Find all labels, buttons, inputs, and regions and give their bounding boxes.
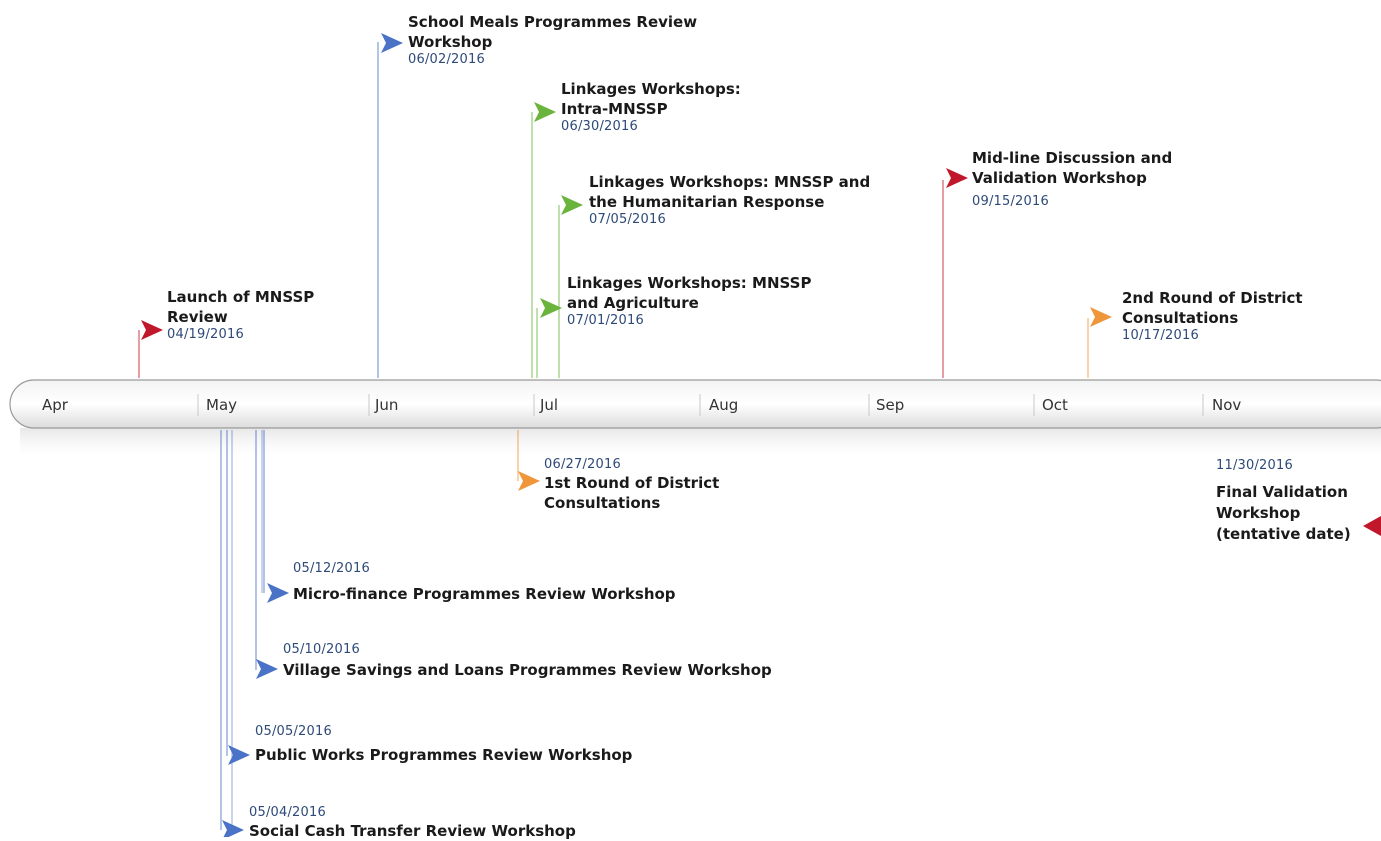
event-title-line: Linkages Workshops: MNSSP and (589, 173, 871, 191)
event-title-line: 1st Round of District (544, 474, 720, 492)
event-midline: Mid-line Discussion and Validation Works… (972, 148, 1172, 210)
flag-marker-icon (256, 659, 278, 679)
event-title: Linkages Workshops: MNSSP and Agricultur… (567, 273, 811, 313)
event-title: Micro-finance Programmes Review Workshop (293, 584, 676, 604)
event-title-line: Village Savings and Loans Programmes Rev… (283, 661, 772, 679)
flag-marker-icon (222, 820, 244, 837)
event-date: 05/10/2016 (283, 642, 360, 657)
event-title-line: Linkages Workshops: (561, 80, 741, 98)
event-title-line: Launch of MNSSP (167, 288, 315, 306)
month-label-jul: Jul (540, 396, 559, 414)
event-date: 05/04/2016 (249, 805, 326, 820)
event-school-meals: School Meals Programmes Review Workshop … (408, 12, 697, 68)
event-title: 1st Round of District Consultations (544, 473, 719, 513)
event-village-savings: 05/10/2016 Village Savings and Loans Pro… (283, 642, 772, 680)
event-title-line: the Humanitarian Response (589, 193, 825, 211)
event-title: Mid-line Discussion and Validation Works… (972, 148, 1172, 188)
event-micro-finance: 05/12/2016 Micro-finance Programmes Revi… (293, 561, 676, 604)
event-title-line: Public Works Programmes Review Workshop (255, 746, 633, 764)
event-date: 10/17/2016 (1122, 328, 1199, 343)
event-title-line: School Meals Programmes Review (408, 13, 698, 31)
event-date: 09/15/2016 (972, 194, 1049, 209)
event-title-line: Review (167, 308, 228, 326)
event-title-line: Social Cash Transfer Review Workshop (249, 822, 576, 840)
event-date: 05/05/2016 (255, 724, 332, 739)
event-title-line: and Agriculture (567, 294, 699, 312)
event-date: 06/02/2016 (408, 52, 485, 67)
event-agriculture: Linkages Workshops: MNSSP and Agricultur… (567, 273, 811, 329)
flag-marker-icon (946, 168, 968, 188)
event-final-validation: 11/30/2016 Final Validation Workshop (te… (1216, 458, 1351, 545)
event-title-line: Mid-line Discussion and (972, 149, 1173, 167)
event-date: 05/12/2016 (293, 561, 370, 576)
event-title-line: Consultations (544, 494, 661, 512)
event-title: 2nd Round of District Consultations (1122, 288, 1303, 328)
month-label-may: May (206, 396, 238, 414)
event-date: 06/30/2016 (561, 119, 638, 134)
event-title-line: Intra-MNSSP (561, 100, 668, 118)
event-date: 07/01/2016 (567, 313, 644, 328)
event-title-line: Workshop (1216, 504, 1301, 522)
event-title: Public Works Programmes Review Workshop (255, 745, 632, 765)
event-launch: Launch of MNSSP Review 04/19/2016 (167, 287, 314, 343)
event-title: Village Savings and Loans Programmes Rev… (283, 660, 772, 680)
month-label-jun: Jun (375, 396, 399, 414)
event-title-line: Consultations (1122, 309, 1239, 327)
flag-marker-icon (534, 102, 556, 122)
flag-marker-icon (1090, 307, 1112, 327)
event-title-line: Validation Workshop (972, 169, 1147, 187)
month-label-oct: Oct (1042, 396, 1068, 414)
event-title-line: Micro-finance Programmes Review Workshop (293, 585, 676, 603)
event-second-round: 2nd Round of District Consultations 10/1… (1122, 288, 1303, 344)
event-date: 06/27/2016 (544, 457, 621, 472)
event-title-line: Final Validation (1216, 483, 1348, 501)
flag-marker-icon (381, 33, 403, 53)
flag-marker-icon (561, 195, 583, 215)
month-label-sep: Sep (876, 396, 905, 414)
event-date: 07/05/2016 (589, 212, 666, 227)
event-humanitarian: Linkages Workshops: MNSSP and the Humani… (589, 172, 870, 228)
event-title: Social Cash Transfer Review Workshop (249, 821, 576, 841)
event-title-line: 2nd Round of District (1122, 289, 1303, 307)
month-label-apr: Apr (42, 396, 68, 414)
flag-marker-icon (141, 320, 163, 340)
event-title: Launch of MNSSP Review (167, 287, 314, 327)
event-date: 11/30/2016 (1216, 458, 1293, 473)
event-title-line: (tentative date) (1216, 525, 1351, 543)
event-intra-mnssp: Linkages Workshops: Intra-MNSSP 06/30/20… (561, 79, 741, 135)
flag-marker-icon (518, 471, 540, 491)
event-social-cash: 05/04/2016 Social Cash Transfer Review W… (249, 805, 576, 841)
flag-marker-icon (228, 745, 250, 765)
event-title: Linkages Workshops: Intra-MNSSP (561, 79, 741, 119)
event-title: Linkages Workshops: MNSSP and the Humani… (589, 172, 870, 212)
flag-marker-icon (267, 583, 289, 603)
month-label-nov: Nov (1212, 396, 1242, 414)
event-public-works: 05/05/2016 Public Works Programmes Revie… (255, 724, 632, 765)
event-first-round: 06/27/2016 1st Round of District Consult… (544, 457, 719, 513)
event-title: School Meals Programmes Review Workshop (408, 12, 697, 52)
month-label-aug: Aug (709, 396, 739, 414)
event-date: 04/19/2016 (167, 327, 244, 342)
event-title-line: Workshop (408, 33, 493, 51)
event-title-line: Linkages Workshops: MNSSP (567, 274, 812, 292)
event-title: Final Validation Workshop (tentative dat… (1216, 482, 1351, 545)
flag-marker-icon (1363, 516, 1381, 536)
